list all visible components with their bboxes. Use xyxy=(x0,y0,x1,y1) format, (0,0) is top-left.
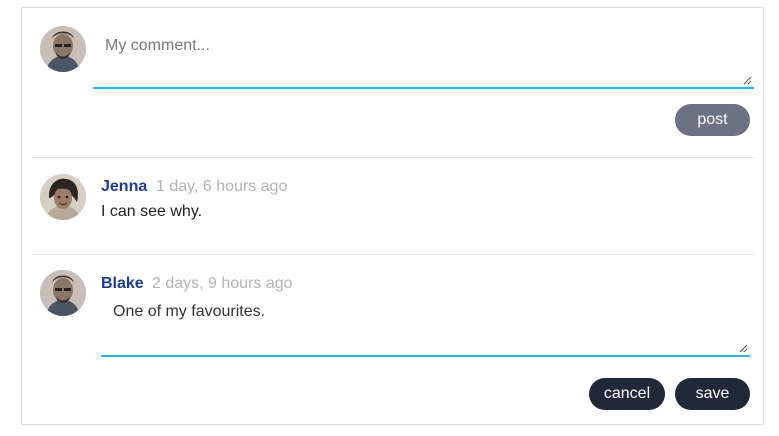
divider xyxy=(32,157,754,158)
new-comment-input[interactable]: My comment... xyxy=(93,31,754,89)
edit-comment-input[interactable]: One of my favourites. xyxy=(101,297,750,357)
commenter-avatar-jenna xyxy=(40,174,86,220)
save-button[interactable]: save xyxy=(675,378,750,410)
comment-author[interactable]: Jenna xyxy=(101,178,147,196)
commenter-avatar-blake xyxy=(40,270,86,316)
current-user-avatar xyxy=(40,26,86,72)
comment-timestamp: 2 days, 9 hours ago xyxy=(152,275,293,292)
comment-author[interactable]: Blake xyxy=(101,275,144,293)
cancel-button[interactable]: cancel xyxy=(589,378,665,410)
edit-comment-value: One of my favourites. xyxy=(113,303,266,320)
new-comment-placeholder: My comment... xyxy=(105,37,210,54)
comment-text: I can see why. xyxy=(101,203,203,220)
divider xyxy=(32,254,754,255)
comment-timestamp: 1 day, 6 hours ago xyxy=(156,178,288,195)
post-button[interactable]: post xyxy=(675,104,750,136)
resize-grip-icon[interactable] xyxy=(739,344,748,353)
resize-grip-icon[interactable] xyxy=(743,76,752,85)
comments-panel: My comment... post Jenna 1 day, 6 hours … xyxy=(21,7,764,425)
